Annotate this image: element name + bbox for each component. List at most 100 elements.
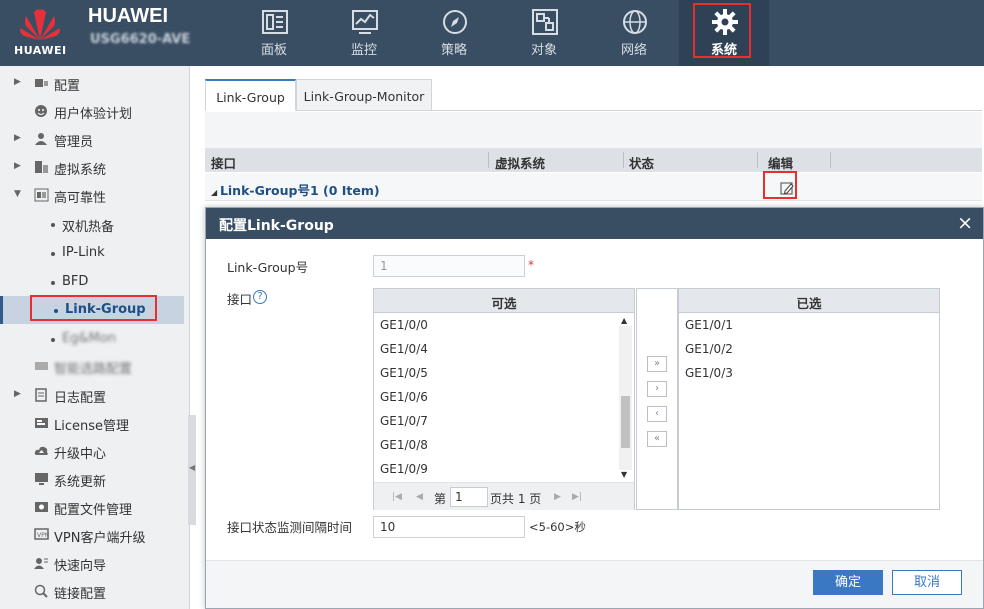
nav-network[interactable]: 网络	[589, 0, 679, 66]
collapse-arrow-icon[interactable]: ▼	[14, 189, 21, 199]
list-item[interactable]: GE1/0/0	[380, 318, 428, 332]
available-list: 可选 GE1/0/0 GE1/0/4 GE1/0/5 GE1/0/6 GE1/0…	[373, 288, 635, 510]
group-row-label: ◢ Link-Group号1 (0 Item)	[211, 180, 380, 199]
collapse-triangle-icon[interactable]: ◢	[211, 188, 220, 197]
pager-prefix: 第	[434, 492, 447, 506]
sidebar-item-bfd[interactable]: BFD	[0, 268, 184, 296]
list-item[interactable]: GE1/0/6	[380, 390, 428, 404]
interval-label: 接口状态监测间隔时间	[227, 520, 353, 535]
expand-arrow-icon[interactable]: ▶	[14, 133, 21, 143]
sidebar-item-log-config[interactable]: ▶ 日志配置	[0, 381, 184, 409]
list-item[interactable]: GE1/0/7	[380, 414, 428, 428]
globe-icon	[623, 10, 647, 34]
logo-text: HUAWEI	[14, 44, 67, 57]
column-divider	[488, 152, 489, 168]
license-icon	[35, 418, 48, 428]
expand-arrow-icon[interactable]: ▶	[14, 77, 21, 87]
sidebar-item-license[interactable]: License管理	[0, 409, 184, 437]
sidebar-item-hot-standby[interactable]: 双机热备	[0, 210, 184, 238]
close-icon[interactable]: ×	[957, 212, 973, 234]
sidebar-item-label: License管理	[54, 419, 130, 434]
sidebar-item-label: Eg&Mon	[62, 331, 117, 346]
sidebar-item-label: 管理员	[54, 135, 94, 150]
first-page-icon[interactable]: |◀	[392, 492, 402, 502]
svg-text:VPN: VPN	[37, 532, 49, 539]
list-item[interactable]: GE1/0/8	[380, 438, 428, 452]
move-left-button[interactable]: ‹	[647, 406, 667, 422]
sidebar-item-label: 配置文件管理	[54, 503, 133, 518]
sidebar-item-system-update[interactable]: 系统更新	[0, 465, 184, 493]
sidebar-item-label: 链接配置	[54, 587, 107, 602]
sidebar-item-blurred[interactable]: Eg&Mon	[0, 325, 184, 353]
scroll-up-icon[interactable]: ▲	[621, 316, 627, 325]
tab-bar: Link-Group Link-Group-Monitor	[205, 79, 982, 111]
column-header-vsys[interactable]: 虚拟系统	[495, 153, 545, 172]
nav-policy[interactable]: 策略	[409, 0, 499, 66]
group-number-input[interactable]: 1	[373, 255, 525, 277]
list-item[interactable]: GE1/0/4	[380, 342, 428, 356]
sidebar-item-smart-routing[interactable]: 智能选路配置	[0, 352, 184, 380]
interval-input[interactable]: 10	[373, 516, 525, 538]
column-header-status[interactable]: 状态	[629, 153, 654, 172]
expand-arrow-icon[interactable]: ▶	[14, 161, 21, 171]
list-item[interactable]: GE1/0/5	[380, 366, 428, 380]
tab-link-group[interactable]: Link-Group	[205, 79, 296, 111]
scroll-thumb[interactable]	[621, 396, 630, 448]
next-page-icon[interactable]: ▶	[554, 492, 561, 502]
expand-arrow-icon[interactable]: ▶	[14, 389, 21, 399]
move-all-right-button[interactable]: »	[647, 356, 667, 372]
sidebar-item-ip-link[interactable]: IP-Link	[0, 239, 184, 267]
sidebar-item-label: 双机热备	[62, 220, 115, 235]
interval-range-hint: <5-60>秒	[529, 520, 586, 534]
prev-page-icon[interactable]: ◀	[416, 492, 423, 502]
move-all-left-button[interactable]: «	[647, 431, 667, 447]
sidebar-item-link-config[interactable]: 链接配置	[0, 577, 184, 605]
device-model: USG6620-AVE	[90, 32, 191, 47]
list-item[interactable]: GE1/0/1	[685, 318, 733, 332]
sidebar-item-user-experience[interactable]: 用户体验计划	[0, 97, 184, 125]
sidebar-collapse-handle[interactable]: ◀	[188, 415, 196, 525]
table-group-row[interactable]: ◢ Link-Group号1 (0 Item)	[205, 171, 982, 201]
route-icon	[35, 362, 48, 370]
nav-label: 面板	[260, 43, 287, 58]
move-right-button[interactable]: ›	[647, 381, 667, 397]
help-icon[interactable]: ?	[253, 290, 267, 304]
list-scrollbar[interactable]: ▲ ▼	[619, 316, 632, 481]
sidebar-item-high-availability[interactable]: ▼ 高可靠性	[0, 181, 184, 209]
nav-monitor[interactable]: 监控	[319, 0, 409, 66]
page-input[interactable]: 1	[450, 487, 488, 507]
sidebar-item-label: 高可靠性	[54, 191, 107, 206]
sidebar-item-label: BFD	[62, 274, 89, 289]
sidebar-item-vpn-client[interactable]: VPN VPN客户端升级	[0, 521, 184, 549]
column-header-interface[interactable]: 接口	[211, 153, 236, 172]
sidebar-item-admin[interactable]: ▶ 管理员	[0, 125, 184, 153]
cancel-button[interactable]: 取消	[892, 570, 962, 595]
tab-link-group-monitor[interactable]: Link-Group-Monitor	[296, 79, 432, 111]
transfer-buttons: » › ‹ «	[636, 288, 678, 510]
nav-panel[interactable]: 面板	[229, 0, 319, 66]
sidebar-item-label: 系统更新	[54, 475, 107, 490]
ha-icon	[34, 188, 49, 202]
list-item[interactable]: GE1/0/2	[685, 342, 733, 356]
sidebar-item-virtual-system[interactable]: ▶ 虚拟系统	[0, 153, 184, 181]
column-header-edit[interactable]: 编辑	[768, 153, 793, 172]
scroll-down-icon[interactable]: ▼	[621, 470, 627, 479]
sidebar-item-upgrade-center[interactable]: 升级中心	[0, 437, 184, 465]
top-navigation-bar: HUAWEI HUAWEI USG6620-AVE 面板 监控 策略 对象 网络…	[0, 0, 984, 66]
nav-object[interactable]: 对象	[499, 0, 589, 66]
dialog-footer: 确定 取消	[206, 560, 983, 608]
sidebar-item-config-file[interactable]: 配置文件管理	[0, 493, 184, 521]
last-page-icon[interactable]: ▶|	[572, 492, 582, 502]
list-item[interactable]: GE1/0/9	[380, 462, 428, 476]
bullet	[51, 281, 55, 285]
monitor-icon	[352, 10, 378, 34]
sidebar-item-label: 日志配置	[54, 391, 107, 406]
sidebar-item-quick-wizard[interactable]: 快速向导	[0, 549, 184, 577]
nav-label: 策略	[440, 43, 467, 58]
list-item[interactable]: GE1/0/3	[685, 366, 733, 380]
group-row-text: Link-Group号1 (0 Item)	[219, 183, 380, 198]
sidebar-item-config[interactable]: ▶ 配置	[0, 69, 184, 97]
pager: |◀ ◀ 第 1 页共 1 页 ▶ ▶|	[374, 482, 634, 510]
sidebar-item-label: 智能选路配置	[54, 362, 133, 377]
ok-button[interactable]: 确定	[813, 570, 883, 595]
